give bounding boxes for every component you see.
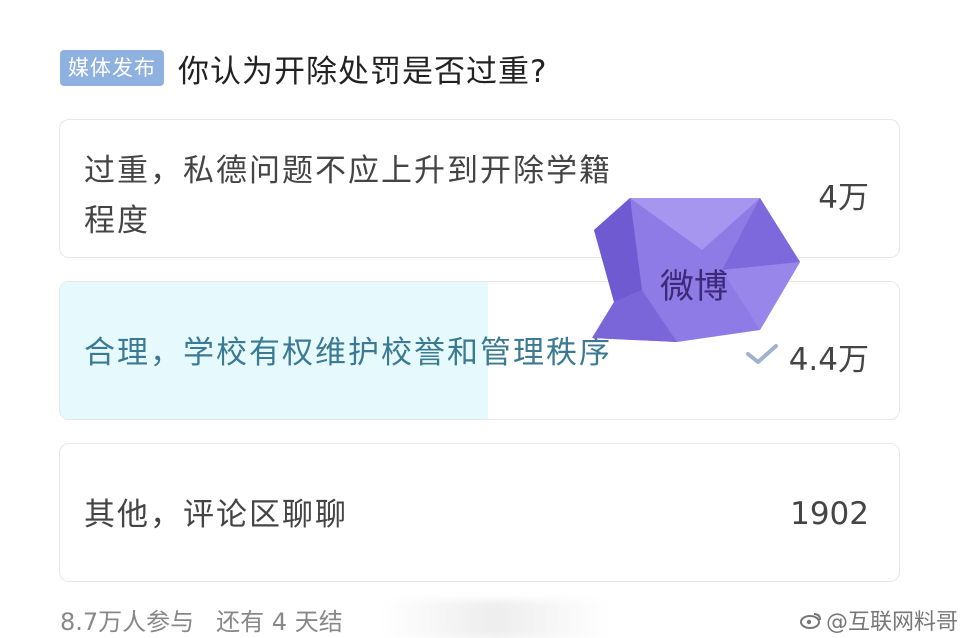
option-1-label-line2: 程度 xyxy=(84,203,150,239)
source-watermark: @互联网料哥 xyxy=(800,604,958,636)
watermark-text: @互联网料哥 xyxy=(826,610,959,635)
time-remaining: 还有 4 天结 xyxy=(216,608,343,636)
poll-header: 媒体发布 你认为开除处罚是否过重? xyxy=(60,46,547,90)
media-badge: 媒体发布 xyxy=(60,50,164,86)
blurred-region xyxy=(380,600,610,638)
option-3-count: 1902 xyxy=(790,496,869,532)
option-2-label: 合理，学校有权维护校誉和管理秩序 xyxy=(84,335,612,371)
participant-count: 8.7万人参与 xyxy=(60,608,195,636)
option-1-count: 4万 xyxy=(818,180,869,216)
option-3-label: 其他，评论区聊聊 xyxy=(84,497,348,533)
weibo-logo-text: 微博 xyxy=(660,267,728,307)
poll-option-3[interactable]: 其他，评论区聊聊 1902 xyxy=(59,443,900,582)
weibo-logo-icon: 微博 xyxy=(592,198,800,342)
option-1-label-line1: 过重，私德问题不应上升到开除学籍 xyxy=(84,153,612,189)
poll-footer: 8.7万人参与 还有 4 天结 xyxy=(60,602,343,637)
poll-question: 你认为开除处罚是否过重? xyxy=(178,53,548,90)
option-1-label: 过重，私德问题不应上升到开除学籍 程度 xyxy=(84,146,612,246)
weibo-small-icon xyxy=(800,613,821,629)
